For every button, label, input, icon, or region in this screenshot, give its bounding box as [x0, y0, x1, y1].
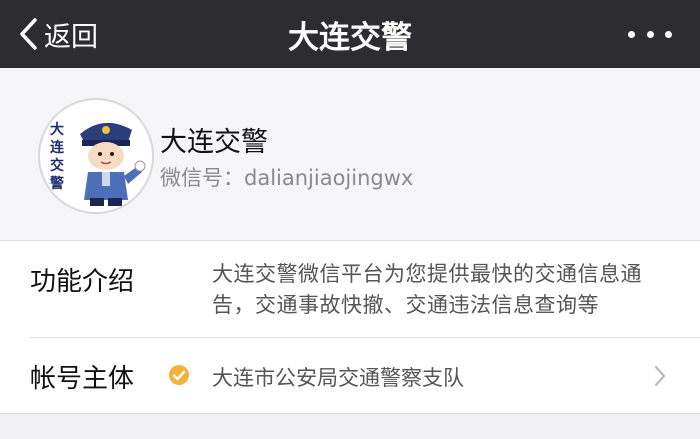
account-owner-row[interactable]: 帐号主体 大连市公安局交通警察支队	[0, 338, 700, 413]
ellipsis-icon	[646, 30, 654, 38]
back-button[interactable]: 返回	[18, 0, 98, 68]
chevron-right-icon	[654, 365, 666, 387]
intro-label: 功能介绍	[30, 267, 135, 297]
avatar-char: 连	[50, 139, 65, 156]
police-mascot-logo: 大 连 交 警	[50, 121, 146, 206]
wechat-id: 微信号：dalianjiaojingwx	[160, 166, 414, 190]
account-profile: 大 连 交 警 大连交警 微信号：dalianjiaojingwx	[0, 68, 700, 240]
ellipsis-icon	[665, 30, 672, 38]
more-button[interactable]	[628, 22, 672, 46]
ellipsis-icon	[628, 30, 635, 38]
chevron-left-icon	[20, 18, 37, 50]
intro-text: 大连交警微信平台为您提供最快的交通信息通告，交通事故快撤、交通违法信息查询等	[212, 262, 642, 317]
owner-label: 帐号主体	[30, 364, 135, 394]
page-title: 大连交警	[288, 19, 412, 56]
avatar[interactable]: 大 连 交 警	[38, 98, 154, 214]
account-info-panel: 功能介绍 大连交警微信平台为您提供最快的交通信息通告，交通事故快撤、交通违法信息…	[0, 240, 700, 414]
back-label: 返回	[44, 21, 98, 53]
nav-bar: 返回 大连交警	[0, 0, 700, 68]
avatar-char: 交	[50, 157, 64, 174]
account-name: 大连交警	[160, 127, 268, 158]
avatar-char: 大	[50, 121, 64, 138]
avatar-char: 警	[50, 175, 64, 192]
verified-check-icon	[169, 365, 189, 385]
owner-text: 大连市公安局交通警察支队	[212, 366, 464, 390]
